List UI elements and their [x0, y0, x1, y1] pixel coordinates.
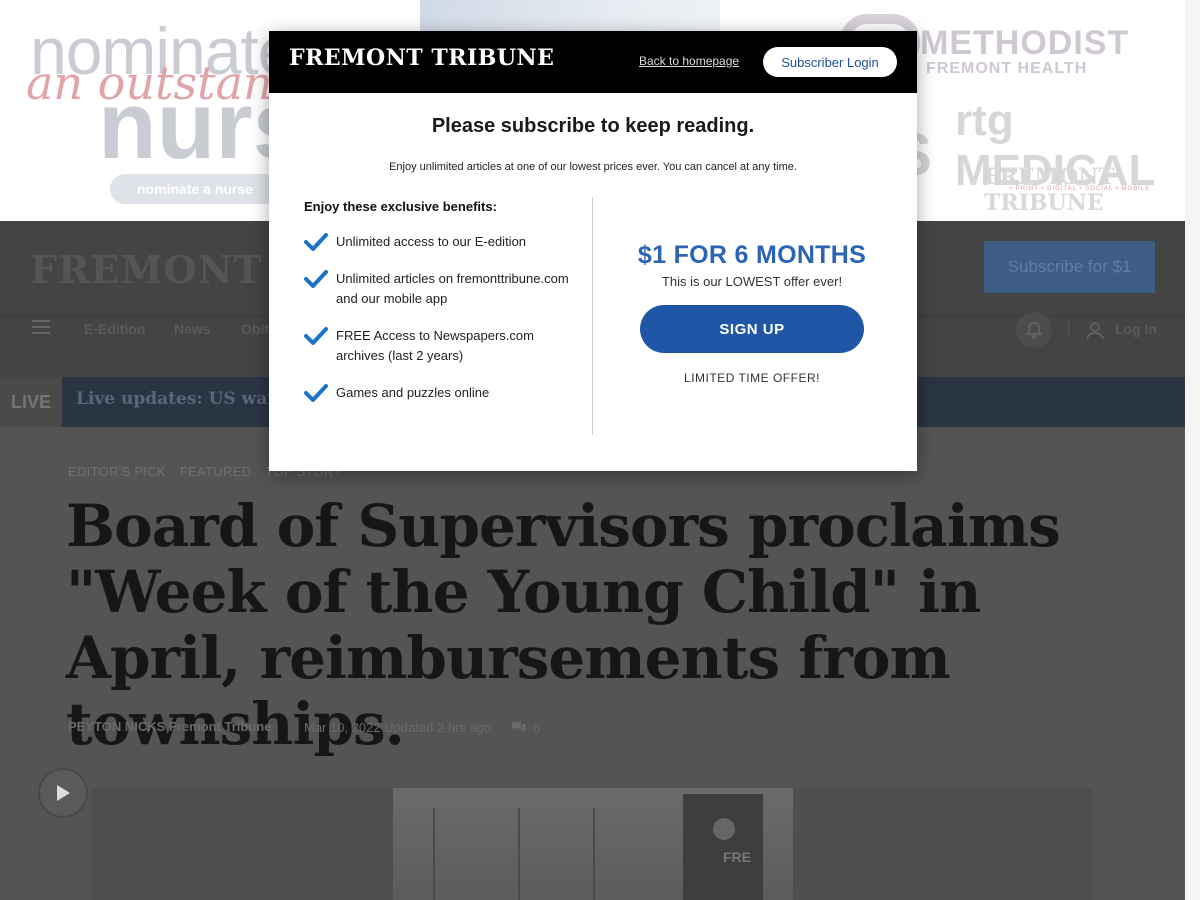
article-headline: Board of Supervisors proclaims "Week of … [66, 492, 1061, 758]
flag-pole [518, 808, 520, 900]
article-date: Mar 10, 2022 Updated 2 hrs ago [304, 720, 492, 735]
benefit-text: FREE Access to Newspapers.com archives (… [336, 328, 534, 363]
modal-logo: FREMONT TRIBUNE [289, 45, 555, 71]
kicker-editors-pick[interactable]: EDITOR'S PICK [68, 464, 166, 479]
benefits-title: Enjoy these exclusive benefits: [304, 199, 497, 214]
benefit-item: Unlimited access to our E-edition [304, 232, 584, 252]
nav-news[interactable]: News [174, 321, 211, 337]
checkmark-icon [304, 384, 328, 402]
subscribe-button[interactable]: Subscribe for $1 [984, 241, 1155, 293]
tower-letters: FRE [723, 848, 751, 866]
nav-obituaries[interactable]: Obit [241, 321, 269, 337]
checkmark-icon [304, 270, 328, 288]
comment-icon [511, 720, 527, 737]
scrollbar[interactable] [1185, 0, 1200, 900]
ad-fremont-tribune-sub: • PRINT • DIGITAL • SOCIAL • MOBILE [1010, 186, 1151, 192]
article: EDITOR'S PICK FEATURED TOP STORY Board o… [0, 427, 1185, 900]
comment-count: 0 [533, 721, 541, 736]
login-link[interactable]: Log In [1115, 321, 1157, 337]
modal-header: FREMONT TRIBUNE Back to homepage Subscri… [269, 31, 917, 93]
play-icon [57, 785, 70, 801]
clock-tower [683, 794, 763, 900]
back-to-homepage-link[interactable]: Back to homepage [639, 54, 739, 68]
checkmark-icon [304, 327, 328, 345]
user-icon[interactable] [1085, 320, 1105, 340]
sign-up-button[interactable]: SIGN UP [640, 305, 864, 353]
modal-subtitle: Enjoy unlimited articles at one of our l… [389, 161, 797, 173]
flag-pole [433, 808, 435, 900]
menu-icon[interactable] [32, 320, 50, 334]
live-headline[interactable]: Live updates: US warns [76, 389, 298, 409]
play-audio-button[interactable] [38, 768, 88, 818]
kicker-featured[interactable]: FEATURED [180, 464, 252, 479]
benefit-item: FREE Access to Newspapers.com archives (… [304, 326, 584, 366]
live-tag: LIVE [0, 377, 62, 427]
subscribe-modal: FREMONT TRIBUNE Back to homepage Subscri… [269, 31, 917, 471]
nominate-nurse-button[interactable]: nominate a nurse [110, 174, 280, 204]
modal-title: Please subscribe to keep reading. [431, 115, 755, 137]
methodist-name: METHODIST [920, 24, 1130, 62]
checkmark-icon [304, 233, 328, 251]
offer-price: $1 FOR 6 MONTHS [637, 241, 867, 269]
benefit-item: Games and puzzles online [304, 383, 584, 403]
methodist-sub: FREMONT HEALTH [926, 60, 1088, 77]
column-divider [592, 197, 593, 435]
flag-pole [593, 808, 595, 900]
benefit-text: Unlimited access to our E-edition [336, 234, 527, 249]
offer-panel: $1 FOR 6 MONTHS This is our LOWEST offer… [603, 241, 901, 385]
nav-e-edition[interactable]: E-Edition [84, 321, 145, 337]
comments-link[interactable]: 0 [511, 720, 540, 737]
clock-face [713, 818, 735, 840]
article-byline[interactable]: PEYTON NICKS Fremont Tribune [68, 719, 271, 734]
subscriber-login-button[interactable]: Subscriber Login [763, 47, 897, 77]
benefit-text: Games and puzzles online [336, 385, 490, 400]
offer-note: This is our LOWEST offer ever! [661, 274, 843, 289]
limited-time-note: LIMITED TIME OFFER! [684, 371, 820, 385]
bell-icon[interactable] [1016, 312, 1052, 348]
article-photo[interactable]: FRE [393, 788, 793, 900]
benefit-item: Unlimited articles on fremonttribune.com… [304, 269, 584, 309]
benefit-text: Unlimited articles on fremonttribune.com… [336, 271, 569, 306]
benefits-list: Enjoy these exclusive benefits: Unlimite… [304, 199, 584, 420]
nav-separator [1068, 321, 1069, 335]
